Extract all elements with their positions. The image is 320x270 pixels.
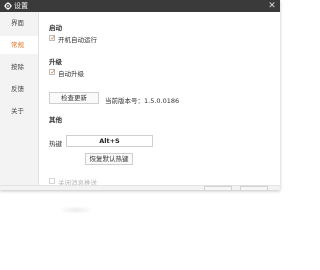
title-bar: 设置 ✕: [0, 0, 280, 12]
footer-button-right[interactable]: [240, 186, 268, 190]
settings-window: 设置 ✕ 界面 常规 按除 反馈 关于 启动 ✓ 开机自动运行 升级 ✓ 自动升…: [0, 0, 280, 190]
sidebar: 界面 常规 按除 反馈 关于: [0, 12, 39, 185]
auto-upgrade-checkbox[interactable]: ✓: [49, 67, 57, 76]
footer-button-left[interactable]: [204, 186, 232, 190]
version-label: 当前版本号：1.5.0.0186: [105, 97, 180, 105]
autostart-label: 开机自动运行: [58, 36, 97, 44]
auto-upgrade-label: 自动升级: [58, 70, 84, 78]
restore-hotkey-button[interactable]: 恢复默认热键: [85, 153, 133, 165]
close-icon[interactable]: ✕: [267, 1, 277, 11]
section-title-upgrade: 升级: [49, 58, 62, 66]
sidebar-item-feedback[interactable]: 反馈: [0, 80, 38, 98]
check-update-button[interactable]: 检查更新: [49, 92, 99, 104]
sidebar-item-interface[interactable]: 界面: [0, 14, 38, 32]
section-title-other: 其他: [49, 116, 62, 124]
section-title-startup: 启动: [49, 24, 62, 32]
background-shadow: [58, 206, 94, 214]
autostart-checkbox[interactable]: ✓: [49, 33, 57, 42]
disable-push-checkbox[interactable]: [49, 178, 55, 184]
hotkey-input[interactable]: Alt+S: [66, 135, 153, 147]
check-icon: ✓: [50, 33, 57, 42]
footer-bar: [0, 185, 280, 190]
gear-icon: [4, 2, 12, 10]
sidebar-item-exclude[interactable]: 按除: [0, 58, 38, 76]
settings-content: 启动 ✓ 开机自动运行 升级 ✓ 自动升级 检查更新 当前版本号：1.5.0.0…: [39, 12, 280, 187]
hotkey-label: 热键: [49, 140, 62, 148]
sidebar-item-about[interactable]: 关于: [0, 102, 38, 120]
window-title: 设置: [14, 1, 28, 10]
check-icon: ✓: [50, 67, 57, 76]
sidebar-item-general[interactable]: 常规: [0, 36, 38, 54]
